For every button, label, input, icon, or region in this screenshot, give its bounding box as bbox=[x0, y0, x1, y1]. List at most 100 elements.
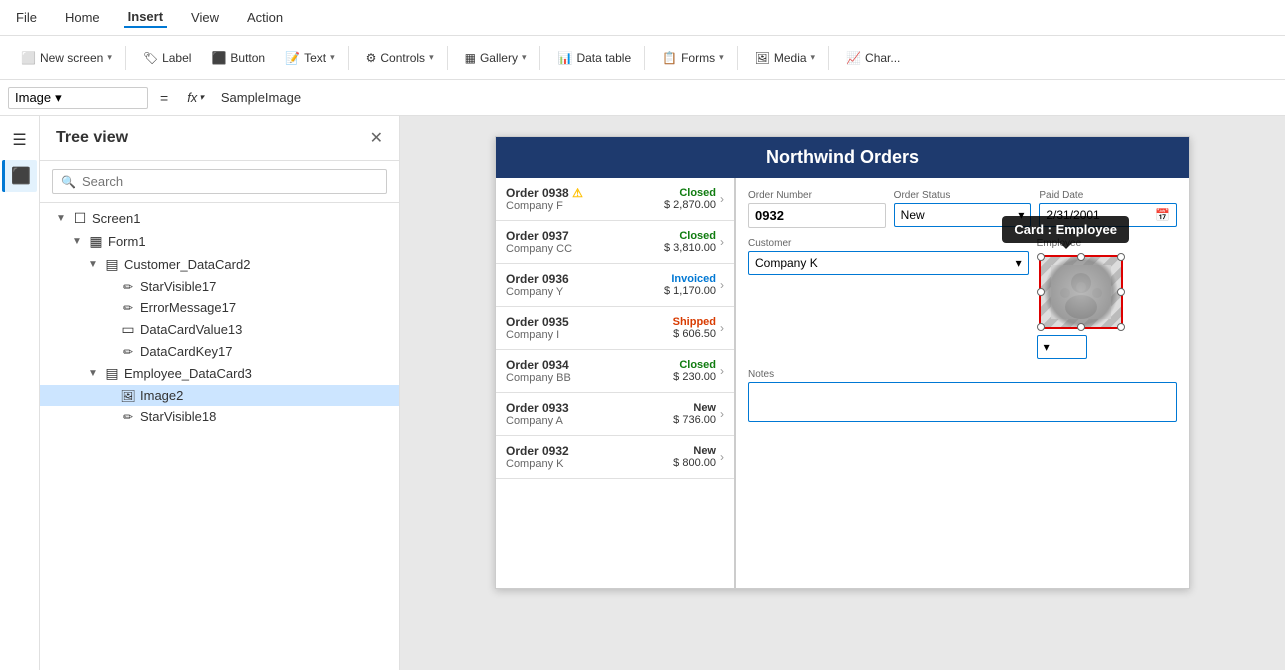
detail-row-2: Customer Company K ▾ Employee bbox=[748, 238, 1177, 359]
handle-bottom-right[interactable] bbox=[1117, 323, 1125, 331]
order-item[interactable]: Order 0937 Company CC Closed $ 3,810.00 … bbox=[496, 221, 734, 264]
node-label: StarVisible17 bbox=[140, 279, 216, 294]
tree-node-screen1[interactable]: ▼ ☐ Screen1 bbox=[40, 207, 399, 230]
chevron-down-icon: ▾ bbox=[1016, 256, 1022, 270]
chevron-right-icon: › bbox=[720, 321, 724, 335]
chart-button[interactable]: 📈 Char... bbox=[837, 46, 909, 70]
chevron-down-icon: ▾ bbox=[107, 52, 112, 63]
media-button[interactable]: 🖼 Media ▾ bbox=[746, 46, 824, 70]
tree-node-form1[interactable]: ▼ ▦ Form1 bbox=[40, 230, 399, 253]
employee-dropdown[interactable]: ▾ bbox=[1037, 335, 1087, 359]
forms-button[interactable]: 📋 Forms ▾ bbox=[653, 46, 732, 70]
chevron-down-icon: ▾ bbox=[330, 52, 335, 63]
tree-node-image2[interactable]: ▼ 🖼 Image2 bbox=[40, 385, 399, 406]
formula-input[interactable] bbox=[215, 88, 1277, 107]
chevron-right-icon: › bbox=[720, 450, 724, 464]
form-icon: ▦ bbox=[88, 233, 104, 250]
app-frame: Northwind Orders Order 0938 ⚠ Company F bbox=[495, 136, 1190, 589]
new-screen-button[interactable]: ⬜ New screen ▾ bbox=[12, 46, 121, 70]
tree-node-customer-datacard2[interactable]: ▼ ▤ Customer_DataCard2 bbox=[40, 253, 399, 276]
menu-home[interactable]: Home bbox=[61, 8, 104, 27]
text-button[interactable]: 📝 Text ▾ bbox=[276, 46, 344, 70]
edit-icon: ✏ bbox=[120, 410, 136, 424]
fx-button[interactable]: fx ▾ bbox=[180, 87, 211, 108]
menu-view[interactable]: View bbox=[187, 8, 223, 27]
employee-field: Employee bbox=[1037, 238, 1177, 359]
card-icon: ▤ bbox=[104, 365, 120, 382]
order-item[interactable]: Order 0938 ⚠ Company F Closed $ 2,870.00… bbox=[496, 178, 734, 221]
image-container[interactable] bbox=[1039, 255, 1123, 329]
tree-panel: Tree view ✕ 🔍 ▼ ☐ Screen1 ▼ ▦ Form1 bbox=[40, 116, 400, 670]
orders-list: Order 0938 ⚠ Company F Closed $ 2,870.00… bbox=[496, 178, 736, 588]
chevron-right-icon: › bbox=[720, 407, 724, 421]
node-label: ErrorMessage17 bbox=[140, 300, 236, 315]
image-placeholder bbox=[1041, 257, 1121, 327]
label-icon: 🏷 bbox=[143, 51, 158, 65]
warning-icon: ⚠ bbox=[572, 186, 583, 200]
tree-node-employee-datacard3[interactable]: ▼ ▤ Employee_DataCard3 bbox=[40, 362, 399, 385]
handle-bottom-middle[interactable] bbox=[1077, 323, 1085, 331]
order-item[interactable]: Order 0932 Company K New $ 800.00 › bbox=[496, 436, 734, 479]
handle-middle-right[interactable] bbox=[1117, 288, 1125, 296]
edit-icon: ✏ bbox=[120, 301, 136, 315]
label-button[interactable]: 🏷 Label bbox=[134, 46, 201, 70]
formula-selector[interactable]: Image ▾ bbox=[8, 87, 148, 109]
customer-field: Customer Company K ▾ bbox=[748, 238, 1029, 359]
chevron-down-icon: ▾ bbox=[429, 52, 434, 63]
order-item[interactable]: Order 0936 Company Y Invoiced $ 1,170.00… bbox=[496, 264, 734, 307]
chart-icon: 📈 bbox=[846, 51, 861, 65]
tree-header: Tree view ✕ bbox=[40, 116, 399, 161]
hamburger-icon[interactable]: ☰ bbox=[6, 124, 32, 156]
edit-icon: ✏ bbox=[120, 345, 136, 359]
gallery-button[interactable]: ▦ Gallery ▾ bbox=[456, 46, 536, 70]
order-number-control[interactable]: 0932 bbox=[748, 203, 886, 228]
menu-action[interactable]: Action bbox=[243, 8, 287, 27]
toolbar: ⬜ New screen ▾ 🏷 Label ⬛ Button 📝 Text ▾… bbox=[0, 36, 1285, 80]
tree-view-icon[interactable]: ⬛ bbox=[2, 160, 37, 192]
tree-node-errormessage17[interactable]: ▼ ✏ ErrorMessage17 bbox=[40, 297, 399, 318]
order-item[interactable]: Order 0935 Company I Shipped $ 606.50 › bbox=[496, 307, 734, 350]
node-label: StarVisible18 bbox=[140, 409, 216, 424]
expand-icon: ▼ bbox=[88, 259, 100, 270]
app-header: Northwind Orders bbox=[496, 137, 1189, 178]
handle-top-middle[interactable] bbox=[1077, 253, 1085, 261]
controls-button[interactable]: ⚙ Controls ▾ bbox=[357, 46, 443, 70]
handle-top-left[interactable] bbox=[1037, 253, 1045, 261]
notes-textarea[interactable] bbox=[748, 382, 1177, 422]
equals-sign: = bbox=[152, 90, 176, 106]
tree-node-starvisible18[interactable]: ▼ ✏ StarVisible18 bbox=[40, 406, 399, 427]
order-number-field: Order Number 0932 bbox=[748, 190, 886, 228]
chevron-right-icon: › bbox=[720, 364, 724, 378]
search-input[interactable] bbox=[82, 174, 378, 189]
handle-bottom-left[interactable] bbox=[1037, 323, 1045, 331]
handle-middle-left[interactable] bbox=[1037, 288, 1045, 296]
chevron-right-icon: › bbox=[720, 235, 724, 249]
menu-file[interactable]: File bbox=[12, 8, 41, 27]
chevron-down-icon: ▾ bbox=[199, 92, 204, 103]
node-label: Employee_DataCard3 bbox=[124, 366, 252, 381]
node-label: Image2 bbox=[140, 388, 183, 403]
button-button[interactable]: ⬛ Button bbox=[202, 46, 274, 70]
data-table-button[interactable]: 📊 Data table bbox=[548, 46, 640, 70]
menu-insert[interactable]: Insert bbox=[124, 7, 167, 28]
chevron-down-icon: ▾ bbox=[811, 52, 816, 63]
media-icon: 🖼 bbox=[755, 51, 770, 65]
tree-close-button[interactable]: ✕ bbox=[370, 128, 383, 148]
order-detail: Card : Employee Order Number 0932 Order … bbox=[736, 178, 1189, 588]
tree-node-starvisible17[interactable]: ▼ ✏ StarVisible17 bbox=[40, 276, 399, 297]
node-label: Screen1 bbox=[92, 211, 140, 226]
app-body: Order 0938 ⚠ Company F Closed $ 2,870.00… bbox=[496, 178, 1189, 588]
data-table-icon: 📊 bbox=[557, 51, 572, 65]
forms-icon: 📋 bbox=[662, 51, 677, 65]
employee-image bbox=[1051, 265, 1111, 319]
expand-icon: ▼ bbox=[56, 213, 68, 224]
notes-field: Notes bbox=[748, 369, 1177, 425]
order-item[interactable]: Order 0933 Company A New $ 736.00 › bbox=[496, 393, 734, 436]
controls-icon: ⚙ bbox=[366, 51, 377, 65]
order-item[interactable]: Order 0934 Company BB Closed $ 230.00 › bbox=[496, 350, 734, 393]
tree-node-datacardvalue13[interactable]: ▼ ▭ DataCardValue13 bbox=[40, 318, 399, 341]
image-icon: 🖼 bbox=[120, 389, 136, 403]
customer-dropdown[interactable]: Company K ▾ bbox=[748, 251, 1029, 275]
tree-node-datacardkey17[interactable]: ▼ ✏ DataCardKey17 bbox=[40, 341, 399, 362]
handle-top-right[interactable] bbox=[1117, 253, 1125, 261]
